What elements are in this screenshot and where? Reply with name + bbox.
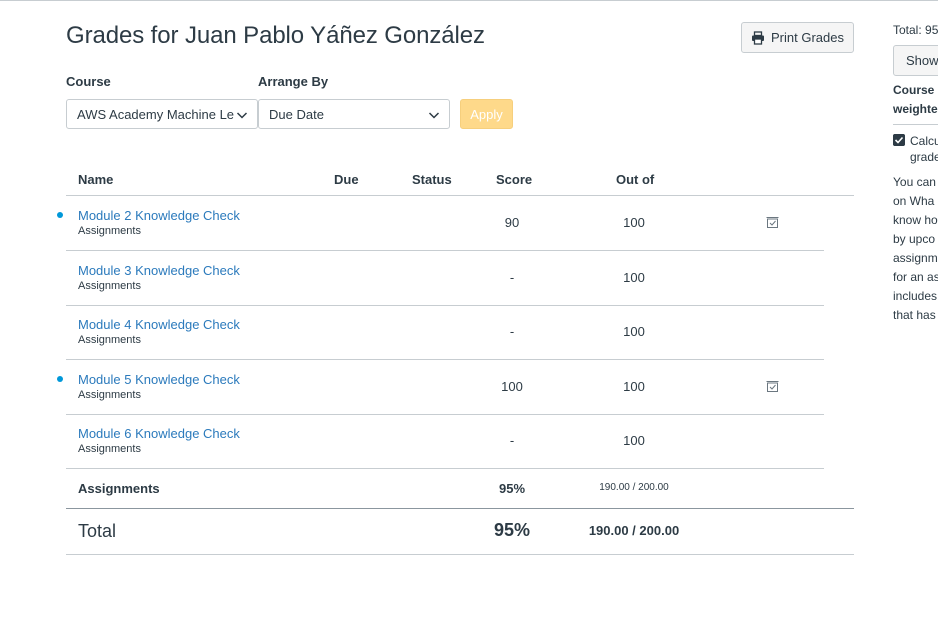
course-select[interactable]: AWS Academy Machine Le (66, 99, 258, 129)
assignment-row: Module 6 Knowledge Check Assignments - 100 (66, 414, 824, 469)
sidebar-total: Total: 95 (893, 23, 938, 37)
calculate-checkbox-label: Calcu grade (910, 133, 938, 165)
sidebar-info-line: know ho (893, 213, 938, 227)
assignment-link[interactable]: Module 2 Knowledge Check (78, 208, 240, 223)
sidebar-info-line: includes (893, 289, 938, 303)
sidebar-info-line: for an as (893, 270, 938, 284)
final-total-row: Total 95% 190.00 / 200.00 (66, 509, 854, 555)
total-score: 95% (493, 520, 531, 540)
sidebar-info-line: assignm (893, 251, 938, 265)
assignment-out-of: 100 (623, 379, 645, 394)
group-total-name: Assignments (78, 481, 160, 496)
assignment-group: Assignments (78, 443, 141, 455)
page-title: Grades for Juan Pablo Yáñez González (66, 22, 485, 49)
calculate-line-2: grade (910, 150, 938, 164)
assignment-score: 100 (501, 379, 523, 394)
muted-assignment-icon[interactable] (766, 380, 779, 393)
assignment-out-of: 100 (623, 433, 645, 448)
column-header-status[interactable]: Status (412, 172, 452, 187)
course-select-value: AWS Academy Machine Le (77, 106, 235, 122)
arrange-by-label: Arrange By (258, 74, 329, 89)
total-name: Total (78, 521, 117, 541)
column-header-out-of[interactable]: Out of (616, 172, 654, 187)
sidebar-info-line: You can (893, 175, 936, 189)
assignment-link[interactable]: Module 4 Knowledge Check (78, 317, 240, 332)
sidebar-info-line: on Wha (893, 194, 935, 208)
column-header-due[interactable]: Due (334, 172, 359, 187)
chevron-down-icon (428, 112, 440, 119)
unread-indicator (57, 212, 63, 218)
total-out-of: 190.00 / 200.00 (588, 523, 680, 538)
sidebar-divider (893, 124, 938, 125)
assignment-score: - (509, 270, 515, 285)
assignment-score: - (509, 433, 515, 448)
group-total-score: 95% (498, 481, 526, 496)
course-heading-line-2: weighte (893, 102, 938, 116)
arrange-by-select[interactable]: Due Date (258, 99, 450, 129)
sidebar-info-text: You can on Wha know ho by upco assignm for an… (893, 173, 938, 325)
assignments-group-total-row: Assignments 95% 190.00 / 200.00 (66, 469, 854, 509)
assignment-out-of: 100 (623, 270, 645, 285)
sidebar-info-line: that has (893, 308, 936, 322)
assignment-score: 90 (504, 215, 520, 230)
sidebar-info-line: by upco (893, 232, 936, 246)
unread-indicator (57, 376, 63, 382)
assignment-score: - (509, 324, 515, 339)
assignment-link[interactable]: Module 5 Knowledge Check (78, 372, 240, 387)
arrange-by-select-value: Due Date (269, 106, 324, 122)
apply-button[interactable]: Apply (460, 99, 513, 129)
print-grades-label: Print Grades (771, 30, 844, 45)
muted-assignment-icon[interactable] (766, 216, 779, 229)
calculate-line-1: Calcu (910, 134, 938, 148)
assignment-link[interactable]: Module 3 Knowledge Check (78, 263, 240, 278)
assignment-link[interactable]: Module 6 Knowledge Check (78, 426, 240, 441)
assignment-out-of: 100 (623, 324, 645, 339)
assignment-out-of: 100 (623, 215, 645, 230)
top-divider (0, 0, 938, 1)
printer-icon (752, 30, 764, 45)
assignment-group: Assignments (78, 389, 141, 401)
column-header-score[interactable]: Score (496, 172, 532, 187)
course-assignments-heading: Course a weighte (893, 81, 938, 119)
assignment-row: Module 2 Knowledge Check Assignments 90 100 (57, 196, 824, 251)
course-heading-line-1: Course a (893, 83, 938, 97)
checkbox-checked-icon[interactable] (893, 134, 905, 146)
assignment-group: Assignments (78, 225, 141, 237)
grades-sidebar: Total: 95 Show Course a weighte Calcu gr… (893, 0, 938, 632)
print-grades-button[interactable]: Print Grades (741, 22, 854, 53)
course-label: Course (66, 74, 111, 89)
group-total-out-of: 190.00 / 200.00 (599, 482, 669, 493)
assignment-row: Module 5 Knowledge Check Assignments 100 10… (57, 360, 824, 415)
show-button[interactable]: Show (893, 45, 938, 76)
column-header-name[interactable]: Name (78, 172, 113, 187)
assignment-row: Module 3 Knowledge Check Assignments - 100 (66, 251, 824, 306)
assignment-group: Assignments (78, 334, 141, 346)
chevron-down-icon (236, 112, 248, 119)
assignment-row: Module 4 Knowledge Check Assignments - 100 (66, 305, 824, 360)
assignment-group: Assignments (78, 280, 141, 292)
